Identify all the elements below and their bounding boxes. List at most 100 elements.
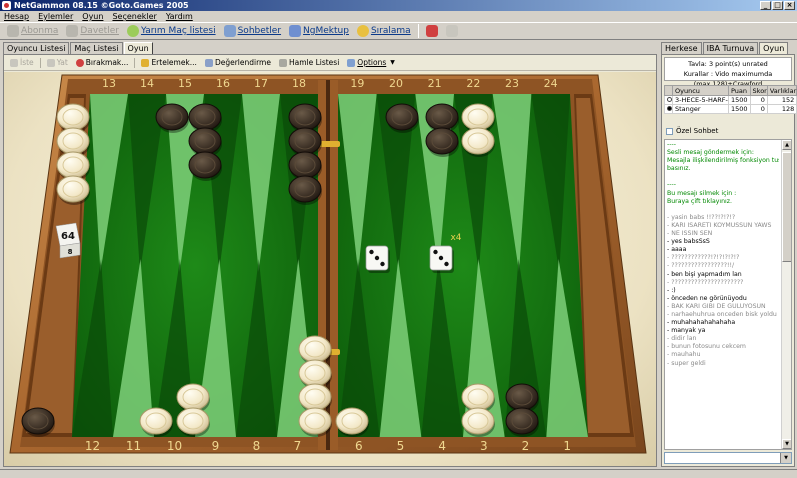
private-chat-checkbox[interactable] bbox=[666, 127, 673, 135]
chat-message: - manyak ya bbox=[667, 327, 706, 335]
point-label: 12 bbox=[85, 439, 100, 453]
point-label: 18 bbox=[292, 77, 306, 90]
evaluate-button[interactable]: Değerlendirme bbox=[201, 58, 275, 67]
rating-header[interactable]: Puan bbox=[728, 85, 751, 96]
point-label: 20 bbox=[389, 77, 403, 90]
right-panel: Tavla: 3 point(s) unrated Kurallar : Vid… bbox=[661, 54, 797, 467]
assets-header[interactable]: Varlıklar bbox=[766, 85, 797, 96]
point-label: 22 bbox=[466, 77, 480, 90]
chat-lines: ---- Sesli mesaj göndermek için: Mesajla i… bbox=[667, 141, 779, 368]
die-pip bbox=[433, 249, 438, 255]
lie-button[interactable]: Yat bbox=[43, 58, 72, 67]
point-label: 19 bbox=[350, 77, 364, 90]
chat-message: - NE ISSIN SEN bbox=[667, 230, 713, 238]
menu-hesap[interactable]: Hesap bbox=[4, 11, 29, 22]
move-list-button[interactable]: Hamle Listesi bbox=[275, 58, 343, 67]
user-icon bbox=[7, 25, 19, 37]
invitations-button[interactable]: Davetler bbox=[62, 23, 123, 39]
tab-player-list[interactable]: Oyuncu Listesi bbox=[3, 42, 70, 54]
chat-message: - muhahahahahahaha bbox=[667, 319, 736, 327]
chat-dropdown-icon[interactable]: ▼ bbox=[780, 453, 791, 463]
close-button[interactable]: × bbox=[784, 1, 795, 10]
score-header[interactable]: Skor bbox=[749, 85, 768, 96]
speaker-icon bbox=[445, 25, 458, 37]
separator bbox=[39, 57, 41, 68]
chat-message: - yes babsSsS bbox=[667, 238, 710, 246]
chat-message: - BAK KARI GIBI DE GULUYOSUN bbox=[667, 302, 766, 310]
postpone-button[interactable]: Ertelemek... bbox=[137, 58, 201, 67]
menu-secenekler[interactable]: Seçenekler bbox=[112, 11, 156, 22]
player-rating: 1500 bbox=[728, 95, 751, 105]
menu-eylemler[interactable]: Eylemler bbox=[38, 11, 73, 22]
tab-game[interactable]: Oyun bbox=[123, 42, 153, 54]
chat-message bbox=[667, 206, 779, 214]
chats-button[interactable]: Sohbetler bbox=[220, 23, 285, 39]
player-row[interactable]: 3-HECE-5-HARF-B 1500 0 152 bbox=[664, 95, 797, 105]
menu-yardim[interactable]: Yardım bbox=[166, 11, 193, 22]
backgammon-board[interactable]: 13 14 15 16 17 18 19 20 21 22 23 2412 11 10 9 8 7 6 5 4 3 2 1 … bbox=[4, 72, 656, 466]
chat-message: - KARI ISARETI KOYMUSSUN YAWS bbox=[667, 221, 772, 229]
options-icon bbox=[347, 58, 356, 67]
flag-icon bbox=[75, 58, 84, 67]
trophy-icon bbox=[356, 25, 369, 37]
point-label: 24 bbox=[544, 77, 558, 90]
tab-match-list[interactable]: Maç Listesi bbox=[70, 42, 123, 54]
chat-message: - ?????????????????!!/ bbox=[667, 262, 735, 270]
evaluate-icon bbox=[204, 58, 213, 67]
tab-iba-tournament[interactable]: IBA Turnuva bbox=[702, 42, 759, 54]
audio-button[interactable] bbox=[442, 23, 462, 39]
chat-message: - narhaehuhrua onceden bisk yoldu bbox=[667, 310, 777, 318]
tab-game-chat[interactable]: Oyun bbox=[759, 42, 789, 54]
point-label: 2 bbox=[522, 439, 530, 453]
point-label: 14 bbox=[140, 77, 154, 90]
point-label: 3 bbox=[480, 439, 488, 453]
right-tab-strip: Herkese IBA Turnuva Oyun bbox=[661, 42, 789, 54]
minimize-button[interactable]: _ bbox=[760, 1, 771, 10]
die-pip bbox=[380, 261, 385, 267]
cube-small-value: 8 bbox=[68, 248, 73, 256]
player-assets: 128 bbox=[766, 104, 797, 114]
abonma-button[interactable]: Abonma bbox=[3, 23, 62, 39]
player-rating: 1500 bbox=[728, 104, 751, 114]
chat-message: - bunun fotosunu cekcem bbox=[667, 343, 746, 351]
maximize-button[interactable]: □ bbox=[772, 1, 783, 10]
board-area: 13 14 15 16 17 18 19 20 21 22 23 24 12 11 10 9 8 7 6 5 4 3 2 1 … bbox=[4, 72, 656, 466]
half-match-list-button[interactable]: Yarım Maç listesi bbox=[123, 23, 220, 39]
request-icon bbox=[10, 58, 18, 67]
player-row[interactable]: Stanger 1500 0 128 bbox=[664, 104, 797, 114]
ngmail-button[interactable]: NgMektup bbox=[285, 23, 353, 39]
lie-icon bbox=[46, 58, 55, 67]
private-chat-toggle[interactable]: Özel Sohbet bbox=[666, 127, 718, 135]
chat-message: Sesli mesaj göndermek için: bbox=[667, 149, 754, 157]
tab-everyone[interactable]: Herkese bbox=[661, 42, 702, 54]
options-button[interactable]: Options ▼ bbox=[343, 58, 399, 67]
player-header[interactable]: Oyuncu bbox=[672, 85, 729, 96]
chat-input[interactable]: ▼ bbox=[664, 452, 792, 464]
chat-message: - aaaa bbox=[667, 246, 687, 254]
scroll-down-icon[interactable]: ▼ bbox=[782, 439, 791, 449]
chat-message: - ?????????????????????? bbox=[667, 278, 744, 286]
chat-message: - ben bişi yapmadım lan bbox=[667, 270, 742, 278]
request-button[interactable]: İste bbox=[6, 58, 38, 67]
scroll-thumb[interactable] bbox=[782, 152, 791, 262]
ranking-button[interactable]: Sıralama bbox=[353, 23, 415, 39]
menu-oyun[interactable]: Oyun bbox=[82, 11, 103, 22]
settings-button[interactable] bbox=[422, 23, 442, 39]
die bbox=[429, 245, 454, 273]
dice-multiplier: x4 bbox=[450, 233, 461, 243]
dropdown-caret-icon: ▼ bbox=[390, 59, 395, 66]
point-label: 7 bbox=[294, 439, 302, 453]
chat-scrollbar[interactable]: ▲ ▼ bbox=[781, 140, 791, 449]
chat-message: basınız. bbox=[667, 165, 691, 173]
chat-message: - önceden ne görünüyodu bbox=[667, 294, 747, 302]
chat-log[interactable]: ---- Sesli mesaj göndermek için: Mesajla i… bbox=[664, 139, 792, 450]
resign-button[interactable]: Bırakmak... bbox=[72, 58, 133, 67]
scroll-up-icon[interactable]: ▲ bbox=[782, 140, 791, 150]
player-assets: 152 bbox=[766, 95, 797, 105]
window-title-bar: NetGammon 08.15 ©Goto.Games 2005 _ □ × bbox=[0, 0, 797, 11]
point-label: 9 bbox=[212, 439, 220, 453]
point-label: 5 bbox=[397, 439, 405, 453]
chat-message: - mauhahu bbox=[667, 351, 701, 359]
player-score: 0 bbox=[749, 104, 768, 114]
chat-message: ---- bbox=[667, 141, 676, 148]
